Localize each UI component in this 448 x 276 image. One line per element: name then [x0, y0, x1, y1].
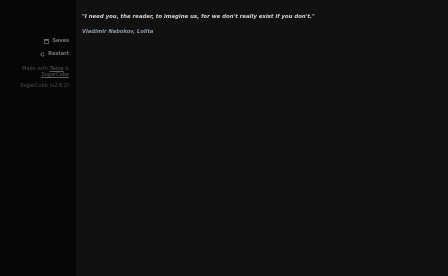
story-menu: Saves Restart	[40, 35, 69, 61]
sugarcube-link[interactable]: SugarCube	[41, 72, 69, 78]
saves-label: Saves	[52, 38, 69, 44]
passage-quote: "I need you, the reader, to imagine us, …	[82, 14, 315, 20]
save-icon	[44, 38, 50, 44]
passage-attribution: Vladimir Nabokov, Lolita	[82, 29, 154, 35]
story-app: Saves Restart Made with Twine & SugarCub…	[0, 0, 448, 276]
passage: "I need you, the reader, to imagine us, …	[82, 14, 442, 35]
restart-icon	[40, 51, 45, 57]
passage-area: "I need you, the reader, to imagine us, …	[76, 0, 448, 276]
restart-button[interactable]: Restart	[40, 48, 69, 60]
restart-label: Restart	[48, 51, 69, 57]
saves-button[interactable]: Saves	[40, 35, 69, 47]
version-label: SugarCube (v2.6.2)	[20, 83, 69, 89]
ui-bar: Saves Restart Made with Twine & SugarCub…	[0, 0, 76, 276]
story-credits: Made with Twine & SugarCube	[3, 66, 69, 78]
